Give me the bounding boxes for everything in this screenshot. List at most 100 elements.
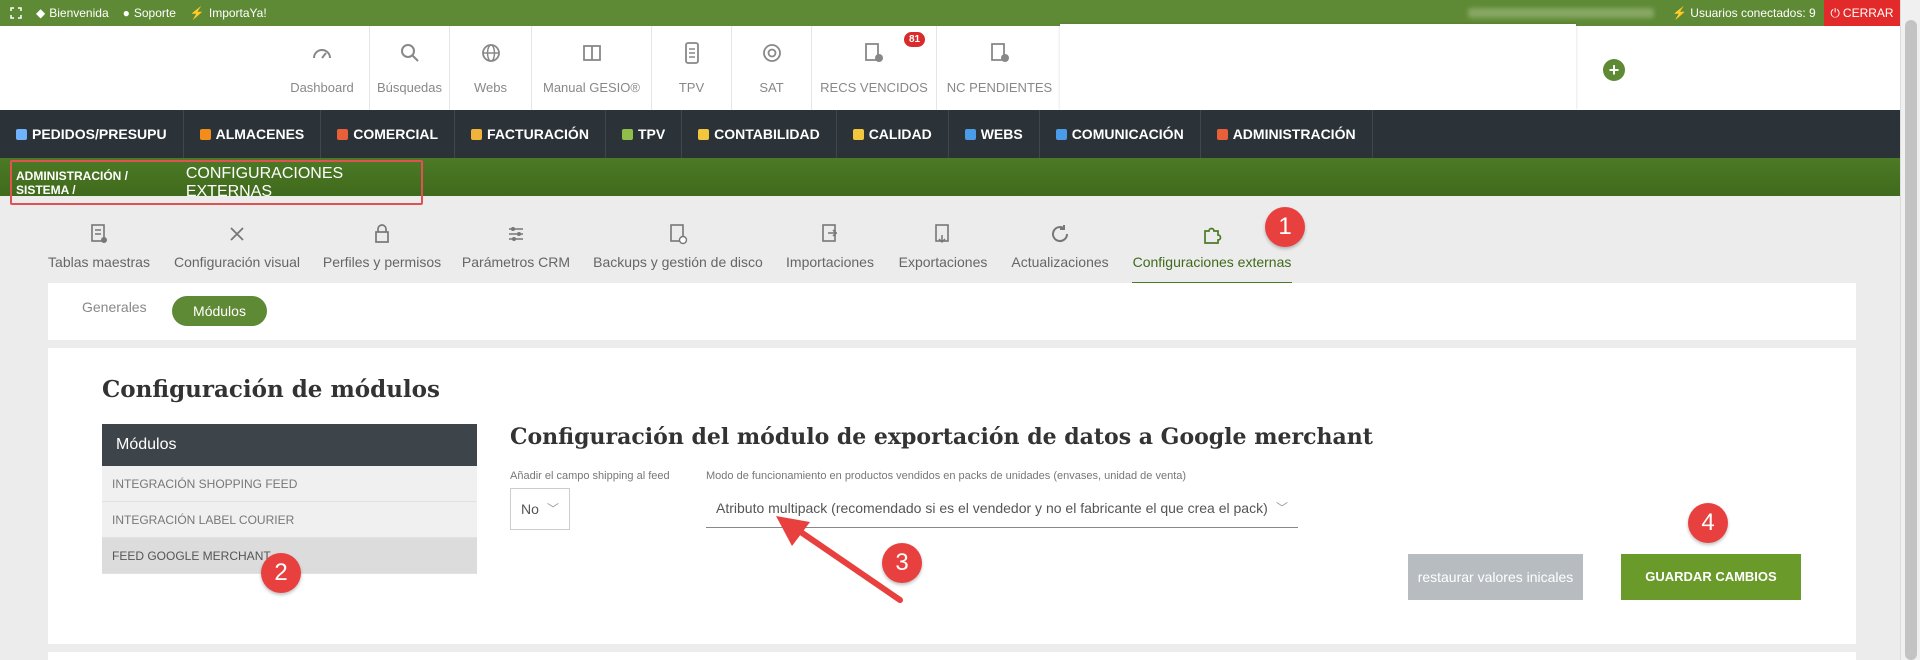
modules-list: Módulos INTEGRACIÓN SHOPPING FEED INTEGR… [102, 424, 477, 574]
subtab-modulos[interactable]: Módulos [172, 296, 267, 326]
diamond-icon: ◆ [36, 6, 46, 20]
nav-item-facturacion[interactable]: FACTURACIÓN [455, 110, 606, 158]
recs-badge: 81 [904, 32, 926, 47]
users-connected: ⚡ Usuarios conectados: 9 [1672, 6, 1816, 20]
save-button[interactable]: GUARDAR CAMBIOS [1621, 554, 1801, 600]
nav-item-tpv[interactable]: TPV [606, 110, 683, 158]
annotation-marker-2: 2 [261, 553, 301, 593]
quick-access-bar: Dashboard Búsquedas Webs Manual GESIO® T… [0, 24, 1900, 110]
tab-actualizaciones[interactable]: Actualizaciones [1008, 210, 1112, 285]
quick-webs[interactable]: Webs [450, 26, 532, 110]
shipping-select[interactable]: No ﹀ [510, 488, 570, 530]
power-icon: ⏻ [1830, 5, 1840, 20]
welcome-link[interactable]: ◆ Bienvenida [36, 6, 109, 20]
tab-tablas-maestras[interactable]: Tablas maestras [44, 210, 154, 285]
chevron-down-icon: ﹀ [1275, 501, 1288, 515]
puzzle-icon [1201, 222, 1223, 246]
nav-icon [698, 128, 710, 140]
nav-icon [1216, 128, 1228, 140]
reset-button[interactable]: restaurar valores inicales [1408, 554, 1583, 600]
nav-item-label: CALIDAD [868, 126, 932, 142]
scrollbar[interactable] [1900, 0, 1920, 660]
book-icon [581, 40, 603, 66]
top-bar: ◆ Bienvenida ● Soporte ⚡ ImportaYa! ⚡ Usuar… [0, 0, 1900, 26]
main-nav: PEDIDOS/PRESUPU ALMACENES COMERCIAL FACTURA… [0, 110, 1900, 158]
quick-tpv[interactable]: TPV [652, 26, 732, 110]
quick-dashboard[interactable]: Dashboard [275, 26, 370, 110]
export-icon [933, 222, 953, 246]
nav-item-label: PEDIDOS/PRESUPU [32, 126, 167, 142]
nav-item-webs[interactable]: WEBS [949, 110, 1040, 158]
breadcrumb: ADMINISTRACIÓN / SISTEMA / CONFIGURACION… [10, 160, 423, 205]
module-detail-title: Configuración del módulo de exportación … [510, 424, 1373, 450]
nav-item-comercial[interactable]: COMERCIAL [321, 110, 456, 158]
add-button[interactable]: + [1603, 59, 1625, 81]
tab-perfiles-permisos[interactable]: Perfiles y permisos [318, 210, 446, 285]
tab-exportaciones[interactable]: Exportaciones [896, 210, 990, 285]
page-title: Configuración de módulos [102, 376, 440, 403]
nav-item-label: FACTURACIÓN [487, 126, 589, 142]
pos-terminal-icon [682, 40, 702, 66]
tab-parametros-crm[interactable]: Parámetros CRM [460, 210, 572, 285]
nav-icon [621, 128, 633, 140]
tab-importaciones[interactable]: Importaciones [784, 210, 876, 285]
nav-item-comunicacion[interactable]: COMUNICACIÓN [1040, 110, 1201, 158]
import-icon [820, 222, 840, 246]
chat-icon: ● [122, 6, 130, 20]
nav-item-contabilidad[interactable]: CONTABILIDAD [682, 110, 837, 158]
speedometer-icon [310, 40, 334, 66]
breadcrumb-path[interactable]: ADMINISTRACIÓN / SISTEMA / [16, 169, 182, 197]
table-gear-icon [89, 222, 109, 246]
receipt-icon [864, 40, 884, 66]
search-icon [399, 40, 421, 66]
mode-field-label: Modo de funcionamiento en productos vend… [706, 470, 1187, 482]
annotation-marker-4: 4 [1688, 503, 1728, 543]
annotation-arrow [776, 516, 903, 603]
support-link[interactable]: ● Soporte [123, 6, 176, 20]
nav-icon [471, 128, 483, 140]
shipping-select-value: No [521, 501, 539, 517]
fullscreen-icon[interactable] [10, 7, 22, 19]
breadcrumb-current: CONFIGURACIONES EXTERNAS [185, 164, 344, 200]
modules-config-panel: Configuración de módulos Módulos INTEGRA… [48, 348, 1856, 644]
scrollbar-thumb[interactable] [1905, 20, 1917, 660]
plug-icon: ⚡ [189, 6, 205, 20]
close-button[interactable]: ⏻ CERRAR [1824, 0, 1900, 26]
nav-icon [199, 128, 211, 140]
quickbar-panel [1060, 24, 1576, 110]
quick-sat[interactable]: SAT [732, 26, 812, 110]
nav-item-label: COMERCIAL [353, 126, 439, 142]
nav-item-calidad[interactable]: CALIDAD [837, 110, 949, 158]
nav-icon [16, 128, 27, 140]
quick-nc-pendientes[interactable]: NC PENDIENTES [937, 26, 1062, 110]
nav-item-label: ADMINISTRACIÓN [1232, 126, 1356, 142]
nav-item-pedidos[interactable]: PEDIDOS/PRESUPU [0, 110, 184, 158]
tools-icon [227, 222, 247, 246]
nav-icon [1055, 128, 1067, 140]
nav-item-administracion[interactable]: ADMINISTRACIÓN [1201, 110, 1373, 158]
lifebuoy-icon [761, 40, 783, 66]
tab-backups[interactable]: Backups y gestión de disco [590, 210, 766, 285]
nav-item-label: WEBS [980, 126, 1023, 142]
subtab-generales[interactable]: Generales [82, 299, 147, 315]
quick-recs-vencidos[interactable]: 81 RECS VENCIDOS [812, 26, 937, 110]
nav-item-label: ALMACENES [215, 126, 305, 142]
subtab-panel: Generales Módulos [48, 283, 1856, 340]
lock-icon [373, 222, 391, 246]
nav-icon [852, 128, 864, 140]
modules-list-header: Módulos [102, 424, 477, 466]
quick-busquedas[interactable]: Búsquedas [370, 26, 450, 110]
tab-configuracion-visual[interactable]: Configuración visual [170, 210, 304, 285]
nav-item-label: CONTABILIDAD [714, 126, 820, 142]
sliders-icon [506, 222, 526, 246]
nav-icon [337, 128, 349, 140]
shipping-field-label: Añadir el campo shipping al feed [510, 470, 670, 482]
module-shopping-feed[interactable]: INTEGRACIÓN SHOPPING FEED [102, 466, 477, 502]
chevron-down-icon: ﹀ [546, 502, 559, 516]
blurred-date [1468, 8, 1654, 18]
document-clock-icon [668, 222, 688, 246]
nav-item-almacenes[interactable]: ALMACENES [184, 110, 322, 158]
importaya-link[interactable]: ⚡ ImportaYa! [190, 6, 267, 20]
quick-manual[interactable]: Manual GESIO® [532, 26, 652, 110]
module-label-courier[interactable]: INTEGRACIÓN LABEL COURIER [102, 502, 477, 538]
